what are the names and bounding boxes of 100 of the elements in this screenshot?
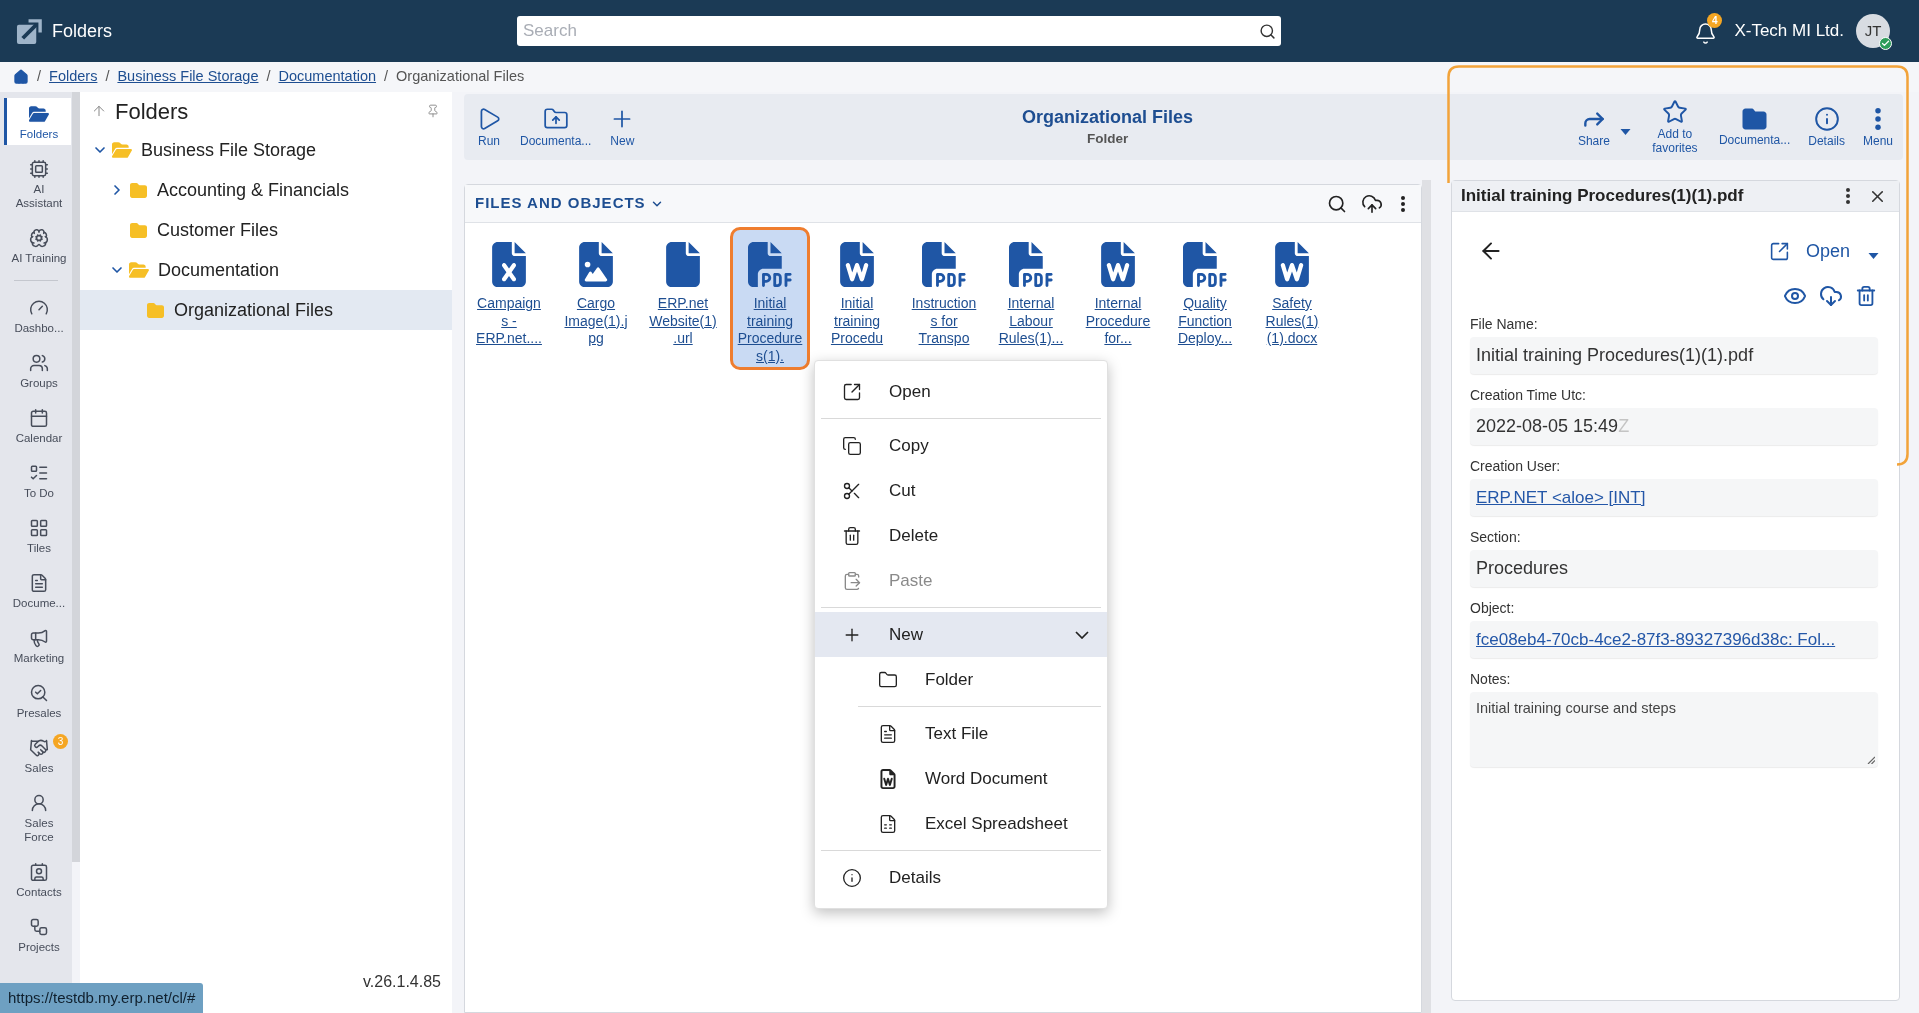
link[interactable]: ERP.NET <aloe> [INT] xyxy=(1476,484,1646,511)
user-avatar[interactable]: JT xyxy=(1856,14,1890,48)
toolbar-button[interactable]: New xyxy=(607,105,638,149)
menu-item[interactable]: Copy xyxy=(815,423,1107,468)
external-link-icon xyxy=(842,381,862,402)
text-field[interactable]: Initial training Procedures(1)(1).pdf xyxy=(1470,337,1878,374)
resize-grip-icon[interactable] xyxy=(1867,756,1875,764)
menu-item[interactable]: Text File xyxy=(815,711,1107,756)
word-file-icon xyxy=(1275,242,1309,287)
nav-item[interactable]: Groups xyxy=(4,347,71,394)
version-label: v.26.1.4.85 xyxy=(363,972,441,992)
app-logo-icon xyxy=(16,17,43,45)
cloud-upload-icon xyxy=(1361,192,1383,215)
checklist-icon xyxy=(29,463,49,483)
nav-item[interactable]: To Do xyxy=(4,457,71,504)
nav-item[interactable]: Dashbo... xyxy=(4,292,71,339)
brain-gear-icon xyxy=(29,228,49,248)
notes-field[interactable]: Initial training course and steps xyxy=(1470,692,1878,767)
trash-icon xyxy=(842,525,862,546)
star-icon xyxy=(1661,99,1688,125)
people-icon xyxy=(29,353,49,373)
menu-item[interactable]: Details xyxy=(815,855,1107,900)
breadcrumb-link[interactable]: Business File Storage xyxy=(117,66,259,88)
file-icon xyxy=(666,242,700,287)
breadcrumb-separator: / xyxy=(37,67,42,87)
nav-item[interactable]: AI Training xyxy=(4,222,71,269)
pdf-file-icon xyxy=(1182,242,1228,287)
menu-item[interactable]: Cut xyxy=(815,468,1107,513)
menu-item[interactable]: New xyxy=(815,612,1107,657)
search-icon xyxy=(1327,193,1347,214)
gauge-icon xyxy=(29,298,49,318)
search-button[interactable] xyxy=(1327,193,1347,214)
toolbar-button[interactable]: Menu xyxy=(1862,106,1893,148)
page-subtitle: Folder xyxy=(1087,130,1129,148)
toolbar-button[interactable]: Documenta... xyxy=(518,105,594,149)
folder-icon xyxy=(878,669,898,690)
field-label: Section: xyxy=(1470,528,1522,546)
dropdown-button[interactable] xyxy=(1619,129,1631,135)
folder-icon xyxy=(129,181,148,199)
folder-icon xyxy=(1741,107,1769,131)
scrollbar[interactable] xyxy=(1422,180,1431,1013)
nav-item[interactable]: Sales Force xyxy=(4,787,71,848)
link[interactable]: fce08eb4-70cb-4ce2-87f3-89327396d38c: Fol... xyxy=(1476,626,1836,653)
nav-item[interactable]: Calendar xyxy=(4,402,71,449)
file-item[interactable]: Initial training Procedures(1). xyxy=(730,227,810,370)
trash-icon xyxy=(1855,284,1877,308)
nav-item[interactable]: Projects xyxy=(4,911,71,958)
company-selector[interactable]: X-Tech MI Ltd. xyxy=(1734,18,1844,44)
text-field[interactable]: Procedures xyxy=(1470,550,1878,587)
dropdown-button[interactable] xyxy=(1868,253,1879,259)
nav-item[interactable]: Folders xyxy=(4,98,71,145)
more-vertical-icon xyxy=(1401,195,1405,212)
scrollbar[interactable] xyxy=(72,92,80,862)
clipboard-icon xyxy=(842,570,862,591)
toolbar-button[interactable]: Documenta... xyxy=(1718,107,1791,147)
breadcrumb-link[interactable]: Documentation xyxy=(278,66,377,88)
open-folder-icon xyxy=(29,104,49,124)
count-badge: 3 xyxy=(53,734,68,749)
spreadsheet-file-icon xyxy=(878,813,898,834)
search-button[interactable] xyxy=(1253,16,1281,46)
nav-item[interactable]: Presales xyxy=(4,677,71,724)
search-field[interactable]: Search xyxy=(517,16,1253,46)
menu-item[interactable]: Folder xyxy=(815,657,1107,702)
home-icon[interactable] xyxy=(13,69,29,85)
menu-item[interactable]: Open xyxy=(815,369,1107,414)
menu-item[interactable]: Word Document xyxy=(815,756,1107,801)
toolbar-button[interactable]: Run xyxy=(474,105,504,149)
toolbar-button[interactable]: Add to favorites xyxy=(1648,99,1701,155)
field-label: Creation Time Utc: xyxy=(1470,386,1587,404)
open-folder-icon xyxy=(112,141,132,159)
nav-item[interactable]: Docume... xyxy=(4,567,71,614)
notification-badge: 4 xyxy=(1707,13,1723,28)
nav-item[interactable]: Marketing xyxy=(4,622,71,669)
nav-item[interactable]: Tiles xyxy=(4,512,71,559)
megaphone-icon xyxy=(29,628,49,648)
folder-upload-icon xyxy=(542,105,569,132)
toolbar-button[interactable]: Share xyxy=(1577,106,1610,148)
download-button[interactable] xyxy=(1819,284,1843,308)
field-label: Creation User: xyxy=(1470,457,1562,475)
tree-item[interactable]: Organizational Files xyxy=(80,290,452,330)
pdf-file-icon xyxy=(1008,242,1054,287)
person-icon xyxy=(29,793,49,813)
status-url: https://testdb.my.erp.net/cl/# xyxy=(0,983,204,1013)
open-button[interactable]: Open xyxy=(1768,237,1850,265)
magnifier-check-icon xyxy=(29,683,49,703)
section-menu-button[interactable]: FILES AND OBJECTS xyxy=(475,192,664,215)
breadcrumb-link[interactable]: Folders xyxy=(49,66,98,88)
menu-item[interactable]: Delete xyxy=(815,513,1107,558)
breadcrumb-separator: / xyxy=(266,67,271,87)
menu-item[interactable]: Excel Spreadsheet xyxy=(815,801,1107,846)
nav-item[interactable]: AI Assistant xyxy=(4,153,71,214)
nav-item[interactable]: Sales 3 xyxy=(4,732,71,779)
toolbar-button[interactable]: Details xyxy=(1808,106,1845,148)
workflow-icon xyxy=(29,917,49,937)
open-folder-icon xyxy=(129,261,149,279)
field-label: Object: xyxy=(1470,599,1516,617)
nav-item[interactable]: Contacts xyxy=(4,856,71,903)
delete-button[interactable] xyxy=(1855,284,1877,308)
panel-title: Initial training Procedures(1)(1).pdf xyxy=(1461,185,1744,208)
upload-button[interactable] xyxy=(1361,192,1383,215)
